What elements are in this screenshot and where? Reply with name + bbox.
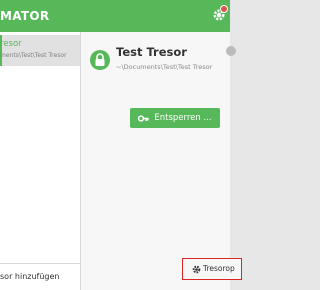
vault-list-item[interactable]: resor ments\Test\Test Tresor (0, 35, 80, 66)
key-icon (138, 114, 150, 122)
update-badge (220, 5, 228, 13)
vault-path: ~\Documents\Test\Test Tresor (116, 63, 213, 71)
add-vault-button[interactable]: sor hinzufügen (0, 264, 80, 290)
unlock-button[interactable]: Entsperren ... (130, 108, 220, 128)
vault-list-sidebar: resor ments\Test\Test Tresor sor hinzufü… (0, 32, 81, 290)
vault-list-item-path: ments\Test\Test Tresor (0, 52, 67, 59)
gear-icon (192, 265, 201, 274)
vault-list-item-name: resor (0, 39, 22, 49)
lock-icon (90, 50, 110, 70)
app-header: MATOR (0, 0, 230, 32)
vault-detail-panel: Test Tresor ~\Documents\Test\Test Tresor… (81, 32, 242, 290)
app-title: MATOR (0, 9, 50, 23)
unlock-button-label: Entsperren ... (154, 113, 212, 123)
vault-options-button[interactable]: Tresorop (182, 258, 242, 280)
vault-title: Test Tresor (116, 45, 187, 59)
more-options-icon[interactable] (226, 46, 236, 56)
add-vault-label: sor hinzufügen (0, 272, 60, 281)
vault-options-label: Tresorop (203, 264, 235, 273)
